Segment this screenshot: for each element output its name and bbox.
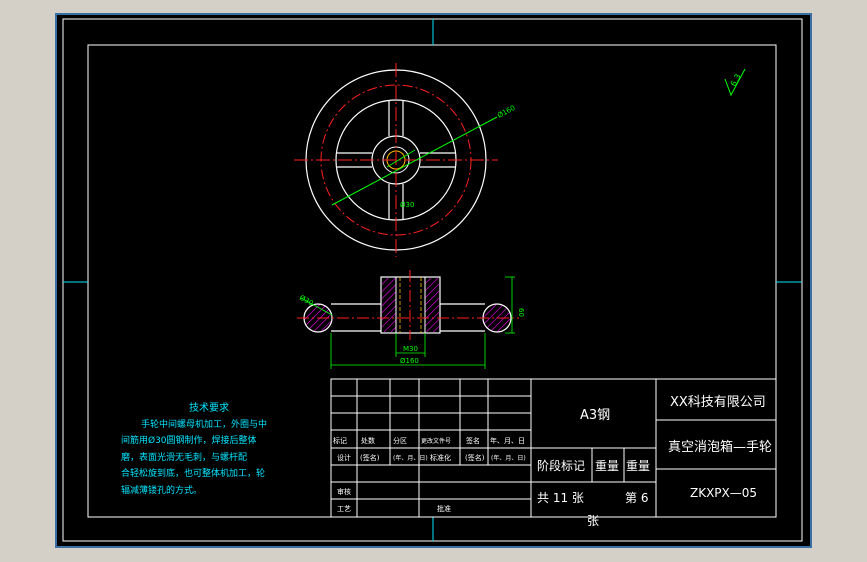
dim-hub-diameter: Ø30 — [400, 201, 414, 209]
section-view: Ø30 60 M30 Ø160 — [297, 270, 525, 369]
cad-drawing: 6.3 Ø160 Ø30 Ø30 60 M30 Ø160 技术要求 手轮中间螺母… — [62, 18, 803, 542]
label-process: 工艺 — [337, 505, 351, 513]
roughness-symbol: 6.3 — [724, 68, 746, 97]
tech-requirements: 技术要求 手轮中间螺母机加工，外圈与中 间筋用Ø30圆钢制作，焊接后整体 磨，表… — [121, 401, 267, 496]
label-change-doc: 更改文件号 — [421, 437, 451, 445]
dim-overall: Ø160 — [400, 357, 419, 365]
tech-line: 间筋用Ø30圆钢制作，焊接后整体 — [121, 434, 257, 446]
dim-outer-diameter: Ø160 — [496, 104, 516, 120]
title-block-text: 标记 处数 分区 更改文件号 签名 年、月、日 设计 (签名) (年、月、日) … — [333, 395, 772, 528]
tech-line: 手轮中间螺母机加工，外圈与中 — [141, 418, 267, 430]
tech-line: 辐减薄镂孔的方式。 — [121, 484, 202, 496]
total-sheets: 共 11 张 — [537, 491, 584, 505]
label-signature: 签名 — [466, 436, 480, 445]
label-sign2: (签名) — [465, 453, 485, 462]
material: A3钢 — [580, 408, 610, 423]
sheet-no: 第 6 — [625, 491, 648, 505]
weight-label: 重量 — [595, 459, 619, 473]
company-name: XX科技有限公司 — [670, 395, 766, 410]
dim-height: 60 — [517, 308, 525, 317]
dim-hub-width: M30 — [403, 345, 418, 353]
label-design: 设计 — [337, 453, 351, 462]
tech-line: 磨，表面光滑无毛刺，与螺杆配 — [121, 451, 247, 463]
top-view: Ø160 Ø30 — [294, 63, 517, 257]
tech-line: 合轻松旋到底，也可整体机加工，轮 — [121, 467, 265, 479]
label-review: 审核 — [337, 487, 351, 496]
label-sign1: (签名) — [360, 453, 380, 462]
drawing-number: ZKXPX—05 — [690, 486, 757, 500]
label-date2: (年、月、日) — [491, 454, 526, 462]
label-date: 年、月、日 — [490, 436, 525, 445]
label-date1: (年、月、日) — [393, 454, 428, 462]
part-name: 真空消泡箱—手轮 — [668, 439, 772, 455]
label-mark: 标记 — [333, 436, 347, 445]
sheet-unit: 张 — [587, 514, 599, 528]
tech-title: 技术要求 — [189, 401, 229, 414]
label-approve: 批准 — [437, 504, 451, 513]
drawing-viewport[interactable]: 6.3 Ø160 Ø30 Ø30 60 M30 Ø160 技术要求 手轮中间螺母… — [55, 13, 812, 548]
label-count: 处数 — [361, 436, 375, 445]
label-zone: 分区 — [393, 436, 407, 445]
label-standardize: 标准化 — [430, 453, 451, 462]
scale-label: 重量 — [626, 459, 650, 473]
svg-text:6.3: 6.3 — [729, 72, 743, 87]
stage-mark: 阶段标记 — [537, 458, 585, 473]
